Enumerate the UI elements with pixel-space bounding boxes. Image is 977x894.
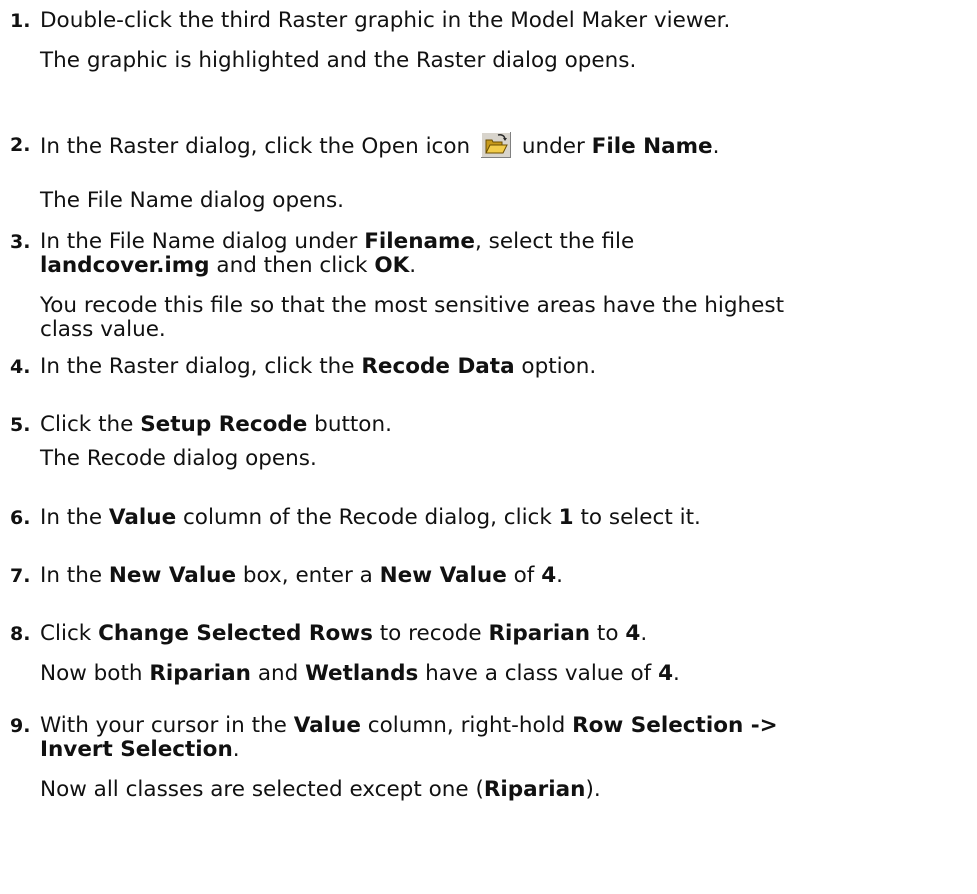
text-run: to select it.	[573, 505, 701, 530]
text-run: and then click	[209, 253, 375, 278]
text-run: to recode	[372, 621, 489, 646]
bold-term: Riparian	[483, 777, 586, 802]
text-run: , select the file	[475, 229, 635, 254]
text-run: In the File Name dialog under	[40, 229, 365, 254]
step-instruction-cont-line: landcover.img and then click OK.	[40, 253, 416, 279]
text-run: have a class value of	[418, 661, 659, 686]
text-run: to	[590, 621, 626, 646]
text-run: ).	[585, 777, 601, 802]
step-number: 9.	[10, 715, 31, 737]
step-instruction-line: Click Change Selected Rows to recode Rip…	[40, 621, 647, 647]
bold-term: Riparian	[488, 621, 591, 646]
step-instruction-cont-line: Invert Selection.	[40, 737, 240, 763]
step-number: 6.	[10, 507, 31, 529]
text-run: .	[556, 563, 564, 588]
text-run: column, right-hold	[360, 713, 573, 738]
step-instruction-line: With your cursor in the Value column, ri…	[40, 713, 778, 739]
text-run: In the Raster dialog, click the	[40, 354, 362, 379]
step-result-line: The graphic is highlighted and the Raste…	[40, 48, 636, 74]
text-run: You recode this file so that the most se…	[40, 293, 785, 318]
bold-term: 4	[541, 563, 557, 588]
step-number: 4.	[10, 356, 31, 378]
step-number: 3.	[10, 231, 31, 253]
bold-term: Invert Selection	[40, 737, 233, 762]
bold-term: Row Selection ->	[572, 713, 778, 738]
open-folder-icon	[481, 132, 511, 158]
step-result-line: You recode this file so that the most se…	[40, 293, 784, 319]
text-run: With your cursor in the	[40, 713, 294, 738]
text-run: box, enter a	[236, 563, 380, 588]
text-run: The Recode dialog opens.	[40, 446, 317, 471]
step-instruction-line: In the File Name dialog under Filename, …	[40, 229, 634, 255]
text-run: class value.	[40, 317, 166, 342]
text-run: The graphic is highlighted and the Raste…	[40, 48, 637, 73]
bold-term: Riparian	[149, 661, 251, 686]
bold-term: 1	[558, 505, 574, 530]
text-run: In the	[40, 563, 109, 588]
step-instruction-line: In the Value column of the Recode dialog…	[40, 505, 701, 531]
bold-term: Change Selected Rows	[98, 621, 373, 646]
bold-term: Value	[293, 713, 361, 738]
bold-term: New Value	[108, 563, 237, 588]
text-run: Now all classes are selected except one …	[40, 777, 484, 802]
bold-term: Setup Recode	[140, 412, 308, 437]
step-result-line: Now both Riparian and Wetlands have a cl…	[40, 661, 680, 687]
bold-term: Value	[108, 505, 177, 530]
step-number: 7.	[10, 565, 31, 587]
text-run: The File Name dialog opens.	[40, 188, 344, 213]
text-run: In the	[40, 505, 109, 530]
step-result-line: The Recode dialog opens.	[40, 446, 317, 472]
text-run: under	[515, 134, 592, 159]
step-result-line: Now all classes are selected except one …	[40, 777, 601, 803]
bold-term: OK	[374, 253, 410, 278]
step-number: 1.	[10, 10, 31, 32]
step-instruction-line: In the Raster dialog, click the Open ico…	[40, 132, 719, 160]
text-run: Click	[40, 621, 99, 646]
text-run: column of the Recode dialog, click	[176, 505, 559, 530]
text-run: Click the	[40, 412, 141, 437]
text-run: .	[232, 737, 240, 762]
text-run: .	[673, 661, 680, 686]
text-run: button.	[307, 412, 392, 437]
text-run: .	[409, 253, 417, 278]
bold-term: Filename	[364, 229, 476, 254]
step-instruction-line: In the Raster dialog, click the Recode D…	[40, 354, 596, 380]
bold-term: Recode Data	[361, 354, 515, 379]
text-run: Double-click the third Raster graphic in…	[40, 8, 731, 33]
step-number: 2.	[10, 134, 31, 156]
bold-term: landcover.img	[40, 253, 210, 278]
step-instruction-line: Click the Setup Recode button.	[40, 412, 392, 438]
text-run: In the Raster dialog, click the Open ico…	[40, 134, 477, 159]
bold-term: 4	[658, 661, 674, 686]
text-run: .	[712, 134, 720, 159]
step-number: 5.	[10, 414, 31, 436]
step-result-cont-line: class value.	[40, 317, 166, 343]
text-run: of	[506, 563, 542, 588]
text-run: and	[250, 661, 306, 686]
text-run: option.	[514, 354, 597, 379]
bold-term: Wetlands	[305, 661, 419, 686]
bold-term: 4	[625, 621, 641, 646]
step-instruction-line: In the New Value box, enter a New Value …	[40, 563, 563, 589]
step-instruction-line: Double-click the third Raster graphic in…	[40, 8, 730, 34]
step-result-line: The File Name dialog opens.	[40, 188, 344, 214]
step-number: 8.	[10, 623, 31, 645]
text-run: Now both	[40, 661, 150, 686]
bold-term: New Value	[379, 563, 507, 588]
text-run: .	[640, 621, 648, 646]
bold-term: File Name	[591, 134, 713, 159]
